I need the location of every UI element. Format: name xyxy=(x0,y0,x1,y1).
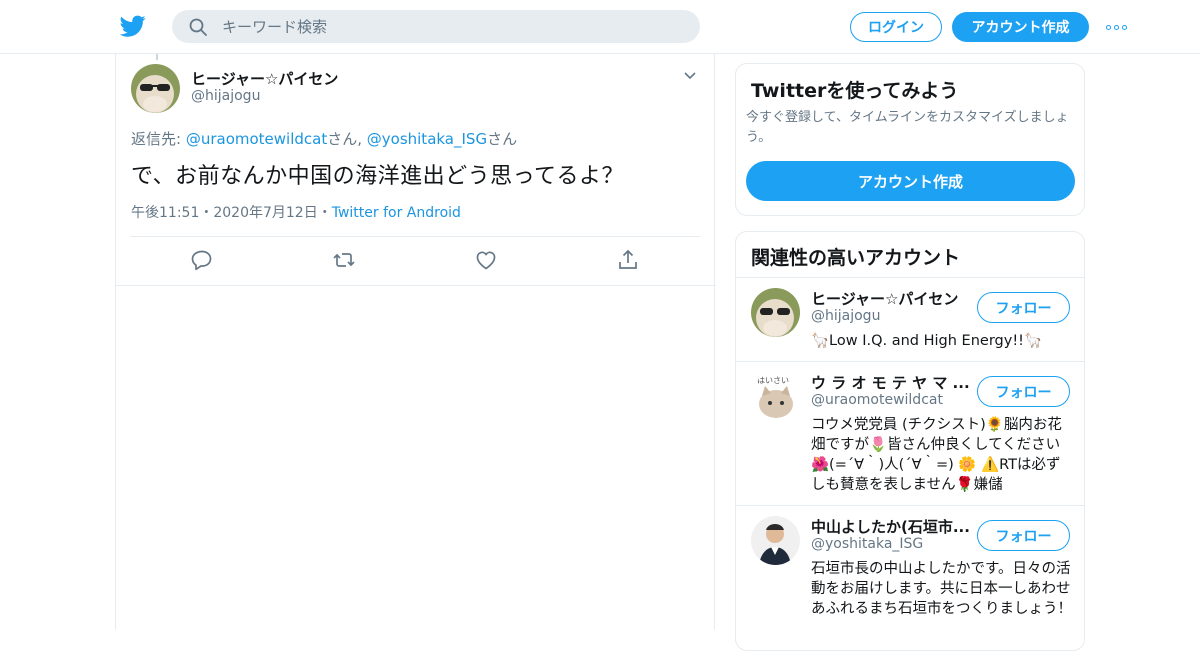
meta-dot: ・ xyxy=(199,205,214,221)
search-input[interactable] xyxy=(222,17,662,36)
tweet-date[interactable]: 2020年7月12日 xyxy=(213,205,317,221)
login-button[interactable]: ログイン xyxy=(850,12,942,42)
tweet-text: で、お前なんか中国の海洋進出どう思ってるよ？ xyxy=(131,164,625,189)
tweet-author-handle[interactable]: @hijajogu xyxy=(191,88,260,104)
avatar[interactable]: はいさい xyxy=(751,372,800,421)
like-icon[interactable] xyxy=(474,248,498,272)
divider xyxy=(130,236,700,237)
twitter-bird-icon[interactable] xyxy=(120,13,146,39)
more-options-icon[interactable] xyxy=(1106,20,1130,34)
svg-text:はいさい: はいさい xyxy=(757,376,789,385)
tweet-detail-column: ヒージャー☆パイセン @hijajogu 返信先: @uraomotewildc… xyxy=(115,54,716,630)
signup-button[interactable]: アカウント作成 xyxy=(952,12,1089,42)
follow-button[interactable]: フォロー xyxy=(977,376,1070,407)
tweet-source-link[interactable]: Twitter for Android xyxy=(332,205,461,221)
reply-suffix: さん xyxy=(487,130,518,148)
related-accounts-title: 関連性の高いアカウント xyxy=(751,247,961,269)
follow-button[interactable]: フォロー xyxy=(977,520,1070,551)
account-handle[interactable]: @yoshitaka_ISG xyxy=(811,536,923,552)
search-icon xyxy=(189,18,207,36)
account-name[interactable]: ウ ラ オ モ テ ヤ マ ... xyxy=(811,372,971,393)
account-name[interactable]: 中山よしたか(石垣市... xyxy=(811,516,971,537)
reply-prefix: 返信先: xyxy=(131,130,186,148)
chevron-down-icon[interactable] xyxy=(682,70,698,82)
account-handle[interactable]: @hijajogu xyxy=(811,308,880,324)
top-bar: ログイン アカウント作成 xyxy=(0,0,1200,54)
avatar[interactable] xyxy=(751,288,800,337)
share-icon[interactable] xyxy=(616,248,640,272)
list-item[interactable]: ヒージャー☆パイセン @hijajogu フォロー 🦙Low I.Q. and … xyxy=(736,278,1084,362)
account-name[interactable]: ヒージャー☆パイセン xyxy=(811,288,971,309)
reply-to-line: 返信先: @uraomotewildcatさん, @yoshitaka_ISGさ… xyxy=(131,128,517,149)
reply-user-link[interactable]: @yoshitaka_ISG xyxy=(367,130,487,148)
signup-card: Twitterを使ってみよう 今すぐ登録して、タイムラインをカスタマイズしましょ… xyxy=(735,63,1085,216)
tweet-actions xyxy=(116,248,716,274)
tweet-metadata: 午後11:51・2020年7月12日・Twitter for Android xyxy=(131,202,461,222)
avatar[interactable] xyxy=(131,64,180,113)
create-account-button[interactable]: アカウント作成 xyxy=(746,161,1075,201)
divider xyxy=(116,285,716,286)
thread-connector xyxy=(156,54,158,60)
follow-button[interactable]: フォロー xyxy=(977,292,1070,323)
tweet-time[interactable]: 午後11:51 xyxy=(131,205,199,221)
account-bio: コウメ党党員 (チクシスト)🌻脳内お花畑ですが🌷皆さん仲良くしてください🌺(=´… xyxy=(811,417,1062,493)
meta-dot: ・ xyxy=(317,205,332,221)
account-handle[interactable]: @uraomotewildcat xyxy=(811,392,943,408)
account-bio: 石垣市長の中山よしたかです。日々の活動をお届けします。共に日本一しあわせあふれる… xyxy=(811,561,1072,617)
reply-separator: さん, xyxy=(327,130,367,148)
reply-user-link[interactable]: @uraomotewildcat xyxy=(186,130,327,148)
related-accounts-card: 関連性の高いアカウント ヒージャー☆パイセン @hijajogu フォロー 🦙L… xyxy=(735,231,1085,651)
retweet-icon[interactable] xyxy=(332,248,356,272)
signup-card-title: Twitterを使ってみよう xyxy=(751,80,959,102)
tweet-author-name[interactable]: ヒージャー☆パイセン xyxy=(191,68,338,89)
search-box[interactable] xyxy=(172,10,700,43)
list-item[interactable]: 中山よしたか(石垣市... @yoshitaka_ISG フォロー 石垣市長の中… xyxy=(736,506,1084,650)
reply-icon[interactable] xyxy=(190,248,214,272)
list-item[interactable]: はいさい ウ ラ オ モ テ ヤ マ ... @uraomotewildcat … xyxy=(736,362,1084,506)
account-bio: 🦙Low I.Q. and High Energy!!🦙 xyxy=(811,333,1043,349)
signup-card-description: 今すぐ登録して、タイムラインをカスタマイズしましょう。 xyxy=(746,110,1069,145)
avatar[interactable] xyxy=(751,516,800,565)
